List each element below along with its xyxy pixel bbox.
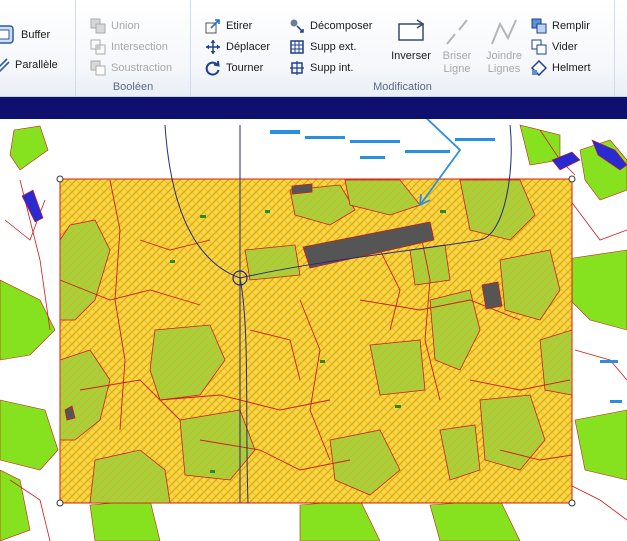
move-arrows-icon: [205, 39, 221, 55]
rotate-button[interactable]: Tourner: [205, 59, 263, 77]
ribbon-toolbar: Buffer Parallèle Union Intersection Sous…: [0, 0, 627, 97]
parallel-button[interactable]: Parallèle: [0, 56, 58, 74]
fill-button[interactable]: Remplir: [531, 17, 590, 35]
invert-button[interactable]: Inverser: [387, 16, 435, 63]
break-line-label-2: Ligne: [443, 63, 471, 75]
ribbon-group-buffer: Buffer Parallèle: [0, 0, 76, 96]
ribbon-group-boolean: Union Intersection Soustraction Booléen: [76, 0, 191, 96]
empty-icon: [531, 39, 547, 55]
join-lines-label-2: Lignes: [487, 63, 521, 75]
helmert-icon: [530, 59, 548, 77]
union-button[interactable]: Union: [90, 17, 140, 35]
rotate-icon: [205, 60, 221, 76]
break-line-button[interactable]: Briser Ligne: [437, 16, 477, 76]
ribbon-group-modification: Etirer Déplacer Tourner Décomposer Supp …: [191, 0, 615, 96]
helmert-button[interactable]: Helmert: [530, 59, 591, 77]
join-lines-icon: [488, 16, 520, 48]
delete-ext-label: Supp ext.: [310, 41, 357, 53]
invert-label: Inverser: [391, 50, 431, 62]
invert-icon: [395, 16, 427, 48]
boolean-group-title: Booléen: [112, 81, 154, 93]
grid-inner-icon: [289, 60, 305, 76]
grid-outer-icon: [289, 39, 305, 55]
break-line-icon: [441, 16, 473, 48]
fill-label: Remplir: [552, 20, 590, 32]
join-lines-label-1: Joindre: [485, 50, 523, 62]
union-icon: [90, 18, 106, 34]
break-line-label-1: Briser: [442, 50, 472, 62]
rotate-label: Tourner: [226, 62, 264, 74]
decompose-button[interactable]: Décomposer: [289, 17, 372, 35]
intersection-button[interactable]: Intersection: [90, 38, 168, 56]
intersection-icon: [90, 39, 106, 55]
fill-icon: [531, 18, 547, 34]
modification-group-title: Modification: [373, 81, 432, 93]
empty-label: Vider: [552, 41, 578, 53]
buffer-icon: [0, 24, 16, 46]
decompose-label: Décomposer: [310, 20, 373, 32]
move-label: Déplacer: [226, 41, 271, 53]
map-title-strip: [0, 97, 627, 119]
stretch-button[interactable]: Etirer: [205, 17, 252, 35]
buffer-label: Buffer: [21, 29, 51, 41]
subtraction-button[interactable]: Soustraction: [90, 59, 172, 77]
subtraction-label: Soustraction: [111, 62, 173, 74]
delete-int-label: Supp int.: [310, 62, 354, 74]
parallel-label: Parallèle: [15, 59, 58, 71]
decompose-icon: [289, 18, 305, 34]
join-lines-button[interactable]: Joindre Lignes: [483, 16, 525, 76]
stretch-label: Etirer: [226, 20, 253, 32]
helmert-label: Helmert: [552, 62, 591, 74]
subtraction-icon: [90, 60, 106, 76]
map-canvas[interactable]: [0, 119, 627, 541]
delete-int-button[interactable]: Supp int.: [289, 59, 353, 77]
delete-ext-button[interactable]: Supp ext.: [289, 38, 356, 56]
intersection-label: Intersection: [111, 41, 168, 53]
empty-button[interactable]: Vider: [531, 38, 577, 56]
union-label: Union: [111, 20, 140, 32]
buffer-button[interactable]: Buffer: [0, 24, 51, 46]
move-button[interactable]: Déplacer: [205, 38, 270, 56]
stretch-icon: [205, 18, 221, 34]
parallel-lines-icon: [0, 57, 10, 73]
